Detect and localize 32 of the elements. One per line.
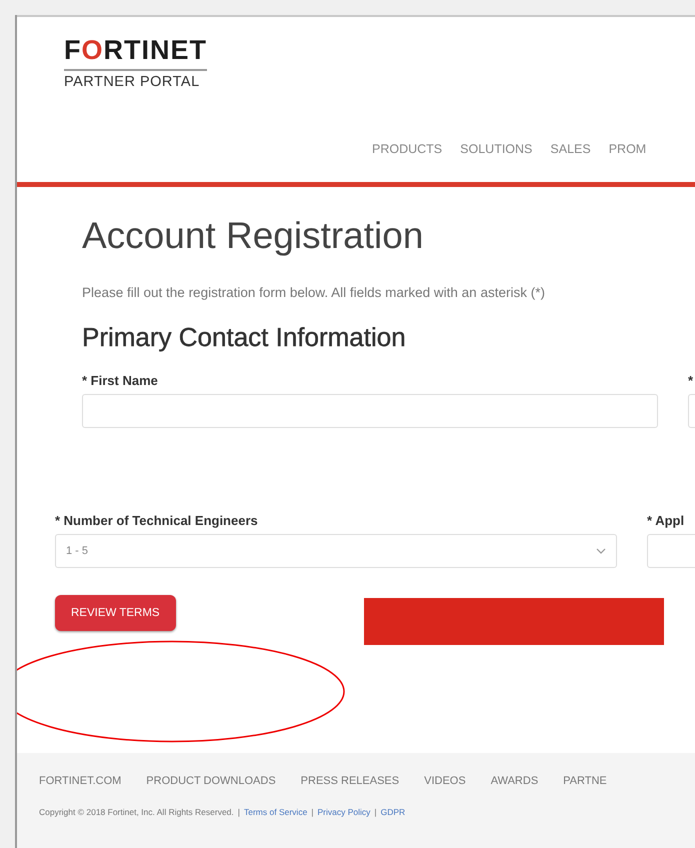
chevron-down-icon <box>596 548 606 554</box>
input-field[interactable] <box>647 534 695 568</box>
brand-logo[interactable]: FORTINET <box>64 35 208 71</box>
nav-link[interactable]: SALES <box>550 142 591 156</box>
submit-bar-button[interactable] <box>364 598 664 645</box>
footer-link[interactable]: FORTINET.COM <box>39 775 122 787</box>
field-label: * First Name <box>82 373 159 388</box>
separator-text: | <box>238 807 240 817</box>
portal-subtitle: PARTNER PORTAL <box>64 74 200 90</box>
legal-link[interactable]: Terms of Service <box>244 807 308 817</box>
footer-link[interactable]: PARTNE <box>563 775 607 787</box>
nav-link[interactable]: SOLUTIONS <box>460 142 532 156</box>
intro-text: Please fill out the registration form below. All fields marked with an asterisk (*) <box>82 285 546 300</box>
engineers-dropdown[interactable]: 1 - 5 <box>55 534 617 568</box>
footer-link[interactable]: AWARDS <box>490 775 538 787</box>
footer-link[interactable]: PRESS RELEASES <box>300 775 400 787</box>
field-label: * Number of Technical Engineers <box>55 513 259 528</box>
input-field[interactable] <box>82 394 658 428</box>
field-label: * Appl <box>647 513 686 528</box>
separator-text: | <box>374 807 377 817</box>
footer-link[interactable]: VIDEOS <box>424 775 466 787</box>
legal-link[interactable]: Privacy Policy <box>318 807 370 817</box>
copyright-text: Copyright © 2018 Fortinet, Inc. All Rights Reserved. <box>39 807 234 817</box>
page-title: Account Registration <box>82 215 424 257</box>
nav-link[interactable]: PRODUCTS <box>372 142 442 156</box>
separator-text: | <box>311 807 314 817</box>
nav-link[interactable]: PROM <box>608 142 646 156</box>
section-heading: Primary Contact Information <box>82 322 407 353</box>
legal-link[interactable]: GDPR <box>380 807 406 817</box>
review-terms-button[interactable]: REVIEW TERMS <box>55 595 176 631</box>
field-label: * <box>688 373 694 388</box>
footer-link[interactable]: PRODUCT DOWNLOADS <box>146 775 276 787</box>
